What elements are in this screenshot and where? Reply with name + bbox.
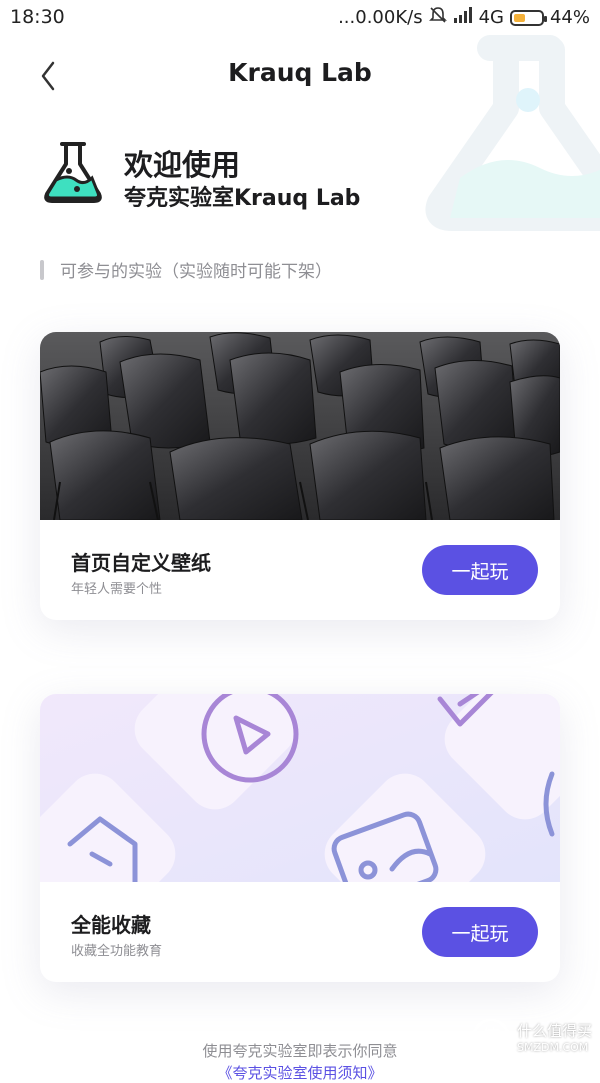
status-indicators: ...0.00K/s 4G 44% (338, 6, 590, 29)
terms-link[interactable]: 《夸克实验室使用须知》 (0, 1062, 600, 1083)
welcome-subheading: 夸克实验室Krauq Lab (124, 186, 361, 211)
page-title: Krauq Lab (228, 58, 372, 87)
experiment-card-collection[interactable]: 全能收藏 收藏全功能教育 一起玩 (40, 694, 560, 982)
watermark-logo-icon: 值 (472, 1018, 510, 1056)
play-together-button[interactable]: 一起玩 (422, 907, 538, 957)
section-text: 可参与的实验（实验随时可能下架） (60, 262, 332, 282)
battery-fill (513, 13, 525, 22)
welcome-heading: 欢迎使用 (124, 148, 241, 182)
network-type: 4G (478, 7, 504, 28)
card-subtitle: 年轻人需要个性 (71, 582, 163, 597)
watermark: 值 什么值得买 SMZDM.COM (471, 1017, 592, 1057)
network-speed: ...0.00K/s (338, 7, 423, 28)
play-together-button[interactable]: 一起玩 (422, 545, 538, 595)
card-subtitle: 收藏全功能教育 (71, 944, 163, 959)
watermark-text: 什么值得买 (516, 1022, 592, 1040)
battery-icon (509, 9, 547, 26)
experiment-card-wallpaper[interactable]: 首页自定义壁纸 年轻人需要个性 一起玩 (40, 332, 560, 620)
svg-text:值: 值 (481, 1025, 501, 1049)
watermark-domain: SMZDM.COM (516, 1041, 589, 1054)
collection-pattern-image (40, 694, 560, 935)
signal-icon (453, 6, 473, 29)
battery-percent: 44% (549, 7, 590, 28)
lab-flask-icon (44, 142, 102, 203)
section-label: 可参与的实验（实验随时可能下架） (40, 257, 332, 282)
chairs-image (40, 332, 560, 521)
card-title: 首页自定义壁纸 (71, 551, 211, 575)
mute-bell-icon (428, 6, 447, 29)
card-title: 全能收藏 (71, 913, 151, 937)
section-divider (40, 259, 44, 280)
status-time: 18:30 (10, 6, 65, 28)
